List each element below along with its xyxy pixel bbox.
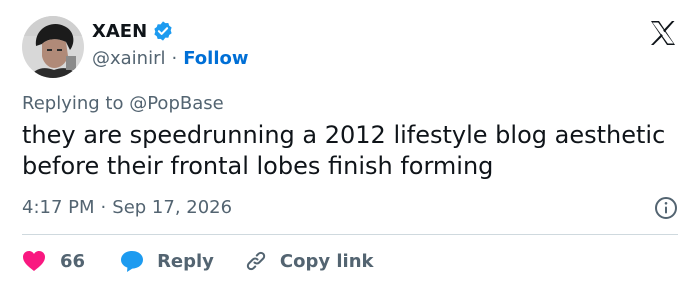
copy-link-button[interactable]: Copy link bbox=[244, 249, 374, 273]
tweet-date[interactable]: Sep 17, 2026 bbox=[112, 197, 232, 218]
handle-separator: · bbox=[171, 48, 178, 69]
tweet-embed-card: XAEN @xainirl · Follow Replying to @PopB… bbox=[0, 0, 700, 287]
tweet-time[interactable]: 4:17 PM bbox=[22, 197, 95, 218]
like-button[interactable]: 66 bbox=[22, 250, 85, 272]
divider bbox=[22, 234, 678, 235]
like-count: 66 bbox=[60, 250, 86, 272]
verified-badge-icon bbox=[152, 20, 174, 42]
action-bar: 66 Reply Copy link bbox=[22, 246, 374, 276]
info-icon[interactable] bbox=[654, 196, 678, 220]
meta-separator: · bbox=[100, 197, 107, 218]
heart-icon bbox=[22, 250, 46, 272]
reply-label: Reply bbox=[157, 250, 214, 272]
author-handle-row: @xainirl · Follow bbox=[92, 48, 249, 69]
replying-to-line: Replying to @PopBase bbox=[22, 93, 224, 114]
tweet-text: they are speedrunning a 2012 lifestyle b… bbox=[22, 121, 666, 180]
link-icon bbox=[244, 249, 268, 273]
follow-button[interactable]: Follow bbox=[183, 48, 248, 69]
replying-to-prefix: Replying to bbox=[22, 93, 124, 114]
replying-to-mention[interactable]: @PopBase bbox=[129, 93, 223, 114]
author-display-name[interactable]: XAEN bbox=[92, 21, 147, 42]
reply-button[interactable]: Reply bbox=[119, 249, 214, 273]
author-name-row: XAEN bbox=[92, 20, 174, 42]
author-handle[interactable]: @xainirl bbox=[92, 48, 166, 69]
x-logo-icon[interactable] bbox=[648, 18, 678, 48]
avatar[interactable] bbox=[22, 16, 84, 78]
reply-bubble-icon bbox=[119, 249, 145, 273]
tweet-meta: 4:17 PM · Sep 17, 2026 bbox=[22, 197, 232, 218]
copy-link-label: Copy link bbox=[279, 250, 374, 272]
